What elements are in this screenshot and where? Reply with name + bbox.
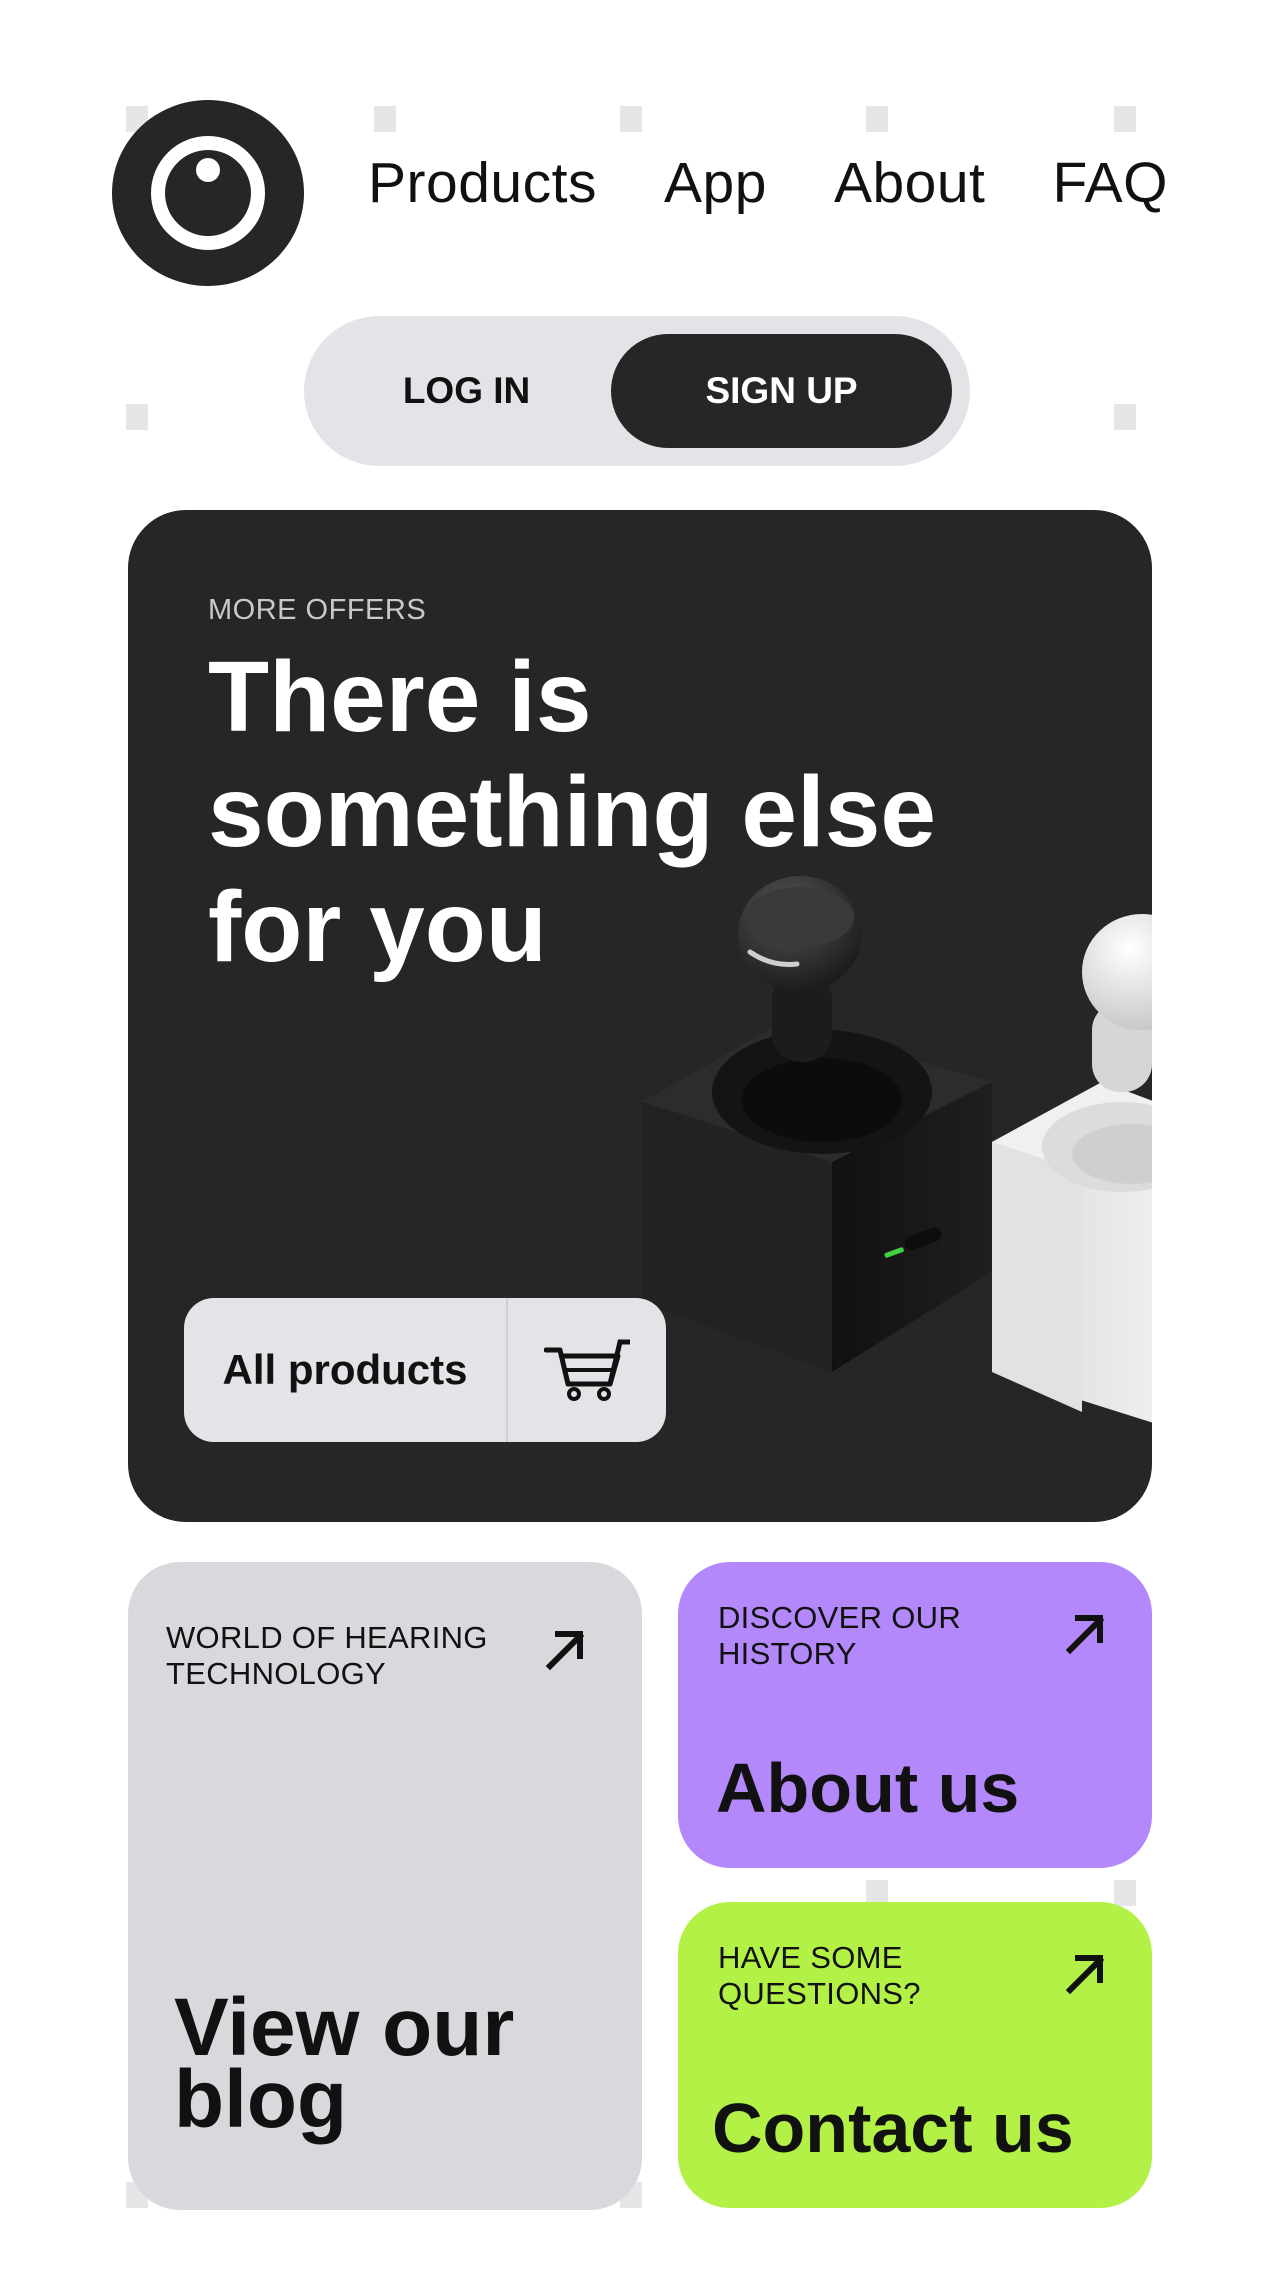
hero-banner: MORE OFFERS There is something else for … <box>128 510 1152 1522</box>
contact-card-eyebrow: HAVE SOME QUESTIONS? <box>718 1940 921 2011</box>
signup-button[interactable]: SIGN UP <box>611 334 952 448</box>
blog-card-eyebrow: WORLD OF HEARING TECHNOLOGY <box>166 1620 488 1691</box>
arrow-up-right-icon <box>1065 1955 1105 1995</box>
contact-card[interactable]: HAVE SOME QUESTIONS? Contact us <box>678 1902 1152 2208</box>
blog-card[interactable]: WORLD OF HEARING TECHNOLOGY View our blo… <box>128 1562 642 2210</box>
nav-link-about[interactable]: About <box>834 150 985 216</box>
nav-link-products[interactable]: Products <box>368 150 597 216</box>
decor-dot <box>866 106 888 132</box>
decor-dot <box>1114 404 1136 430</box>
all-products-label[interactable]: All products <box>184 1298 508 1442</box>
decor-dot <box>374 106 396 132</box>
contact-card-title: Contact us <box>712 2089 1074 2167</box>
decor-dot <box>1114 106 1136 132</box>
cart-icon[interactable] <box>508 1298 666 1442</box>
about-card[interactable]: DISCOVER OUR HISTORY About us <box>678 1562 1152 1868</box>
decor-dot <box>1114 1880 1136 1906</box>
about-card-eyebrow: DISCOVER OUR HISTORY <box>718 1600 962 1671</box>
about-card-title: About us <box>716 1749 1020 1827</box>
arrow-up-right-icon <box>545 1631 585 1671</box>
blog-card-title: View our blog <box>174 1982 515 2145</box>
hero-eyebrow: MORE OFFERS <box>208 594 427 626</box>
earbuds-product-image <box>642 876 1152 1423</box>
decor-dot <box>620 106 642 132</box>
auth-switch: LOG IN SIGN UP <box>304 316 970 466</box>
decor-dot <box>126 404 148 430</box>
arrow-up-right-icon <box>1065 1615 1105 1655</box>
main-nav: Products App About FAQ <box>368 150 1168 216</box>
eye-logo-icon[interactable] <box>112 100 304 286</box>
login-button[interactable]: LOG IN <box>322 334 611 448</box>
nav-link-faq[interactable]: FAQ <box>1052 150 1168 216</box>
nav-link-app[interactable]: App <box>664 150 767 216</box>
all-products-button[interactable]: All products <box>184 1298 666 1442</box>
